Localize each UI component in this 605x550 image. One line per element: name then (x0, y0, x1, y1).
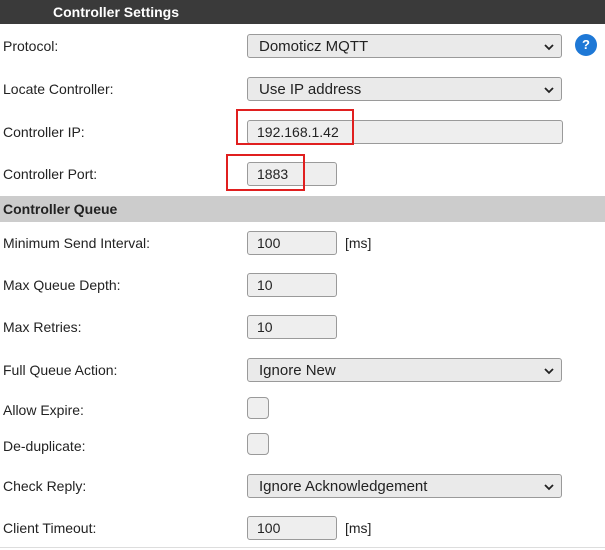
settings-header: Controller Settings (0, 0, 605, 24)
allow-expire-checkbox[interactable] (247, 397, 269, 419)
max-queue-depth-label: Max Queue Depth: (3, 277, 121, 293)
full-queue-action-select[interactable]: Ignore New (247, 358, 562, 382)
bottom-divider (0, 547, 605, 548)
deduplicate-checkbox[interactable] (247, 433, 269, 455)
ip-highlight-box (236, 109, 354, 145)
controller-queue-section: Controller Queue (0, 196, 605, 222)
check-reply-label: Check Reply: (3, 478, 87, 494)
chevron-down-icon (544, 368, 554, 375)
controller-ip-label: Controller IP: (3, 124, 85, 140)
client-timeout-value: 100 (257, 520, 281, 536)
client-timeout-label: Client Timeout: (3, 520, 97, 536)
locate-controller-select[interactable]: Use IP address (247, 77, 562, 101)
port-highlight-box (226, 154, 305, 191)
chevron-down-icon (544, 87, 554, 94)
min-send-interval-input[interactable]: 100 (247, 231, 337, 255)
controller-queue-title: Controller Queue (3, 201, 118, 217)
full-queue-action-value: Ignore New (259, 362, 336, 379)
max-queue-depth-input[interactable]: 10 (247, 273, 337, 297)
max-queue-depth-value: 10 (257, 277, 273, 293)
client-timeout-input[interactable]: 100 (247, 516, 337, 540)
allow-expire-label: Allow Expire: (3, 402, 84, 418)
max-retries-label: Max Retries: (3, 319, 82, 335)
protocol-label: Protocol: (3, 38, 59, 54)
help-icon[interactable]: ? (575, 34, 597, 56)
controller-port-label: Controller Port: (3, 166, 98, 182)
client-timeout-unit: [ms] (345, 520, 372, 536)
check-reply-select[interactable]: Ignore Acknowledgement (247, 474, 562, 498)
chevron-down-icon (544, 484, 554, 491)
min-send-interval-unit: [ms] (345, 235, 372, 251)
max-retries-value: 10 (257, 319, 273, 335)
min-send-interval-label: Minimum Send Interval: (3, 235, 151, 251)
full-queue-action-label: Full Queue Action: (3, 362, 118, 378)
protocol-value: Domoticz MQTT (259, 38, 369, 55)
locate-controller-label: Locate Controller: (3, 81, 114, 97)
min-send-interval-value: 100 (257, 235, 281, 251)
check-reply-value: Ignore Acknowledgement (259, 478, 428, 495)
chevron-down-icon (544, 44, 554, 51)
protocol-select[interactable]: Domoticz MQTT (247, 34, 562, 58)
locate-controller-value: Use IP address (259, 81, 362, 98)
settings-title: Controller Settings (53, 4, 180, 20)
max-retries-input[interactable]: 10 (247, 315, 337, 339)
deduplicate-label: De-duplicate: (3, 438, 86, 454)
